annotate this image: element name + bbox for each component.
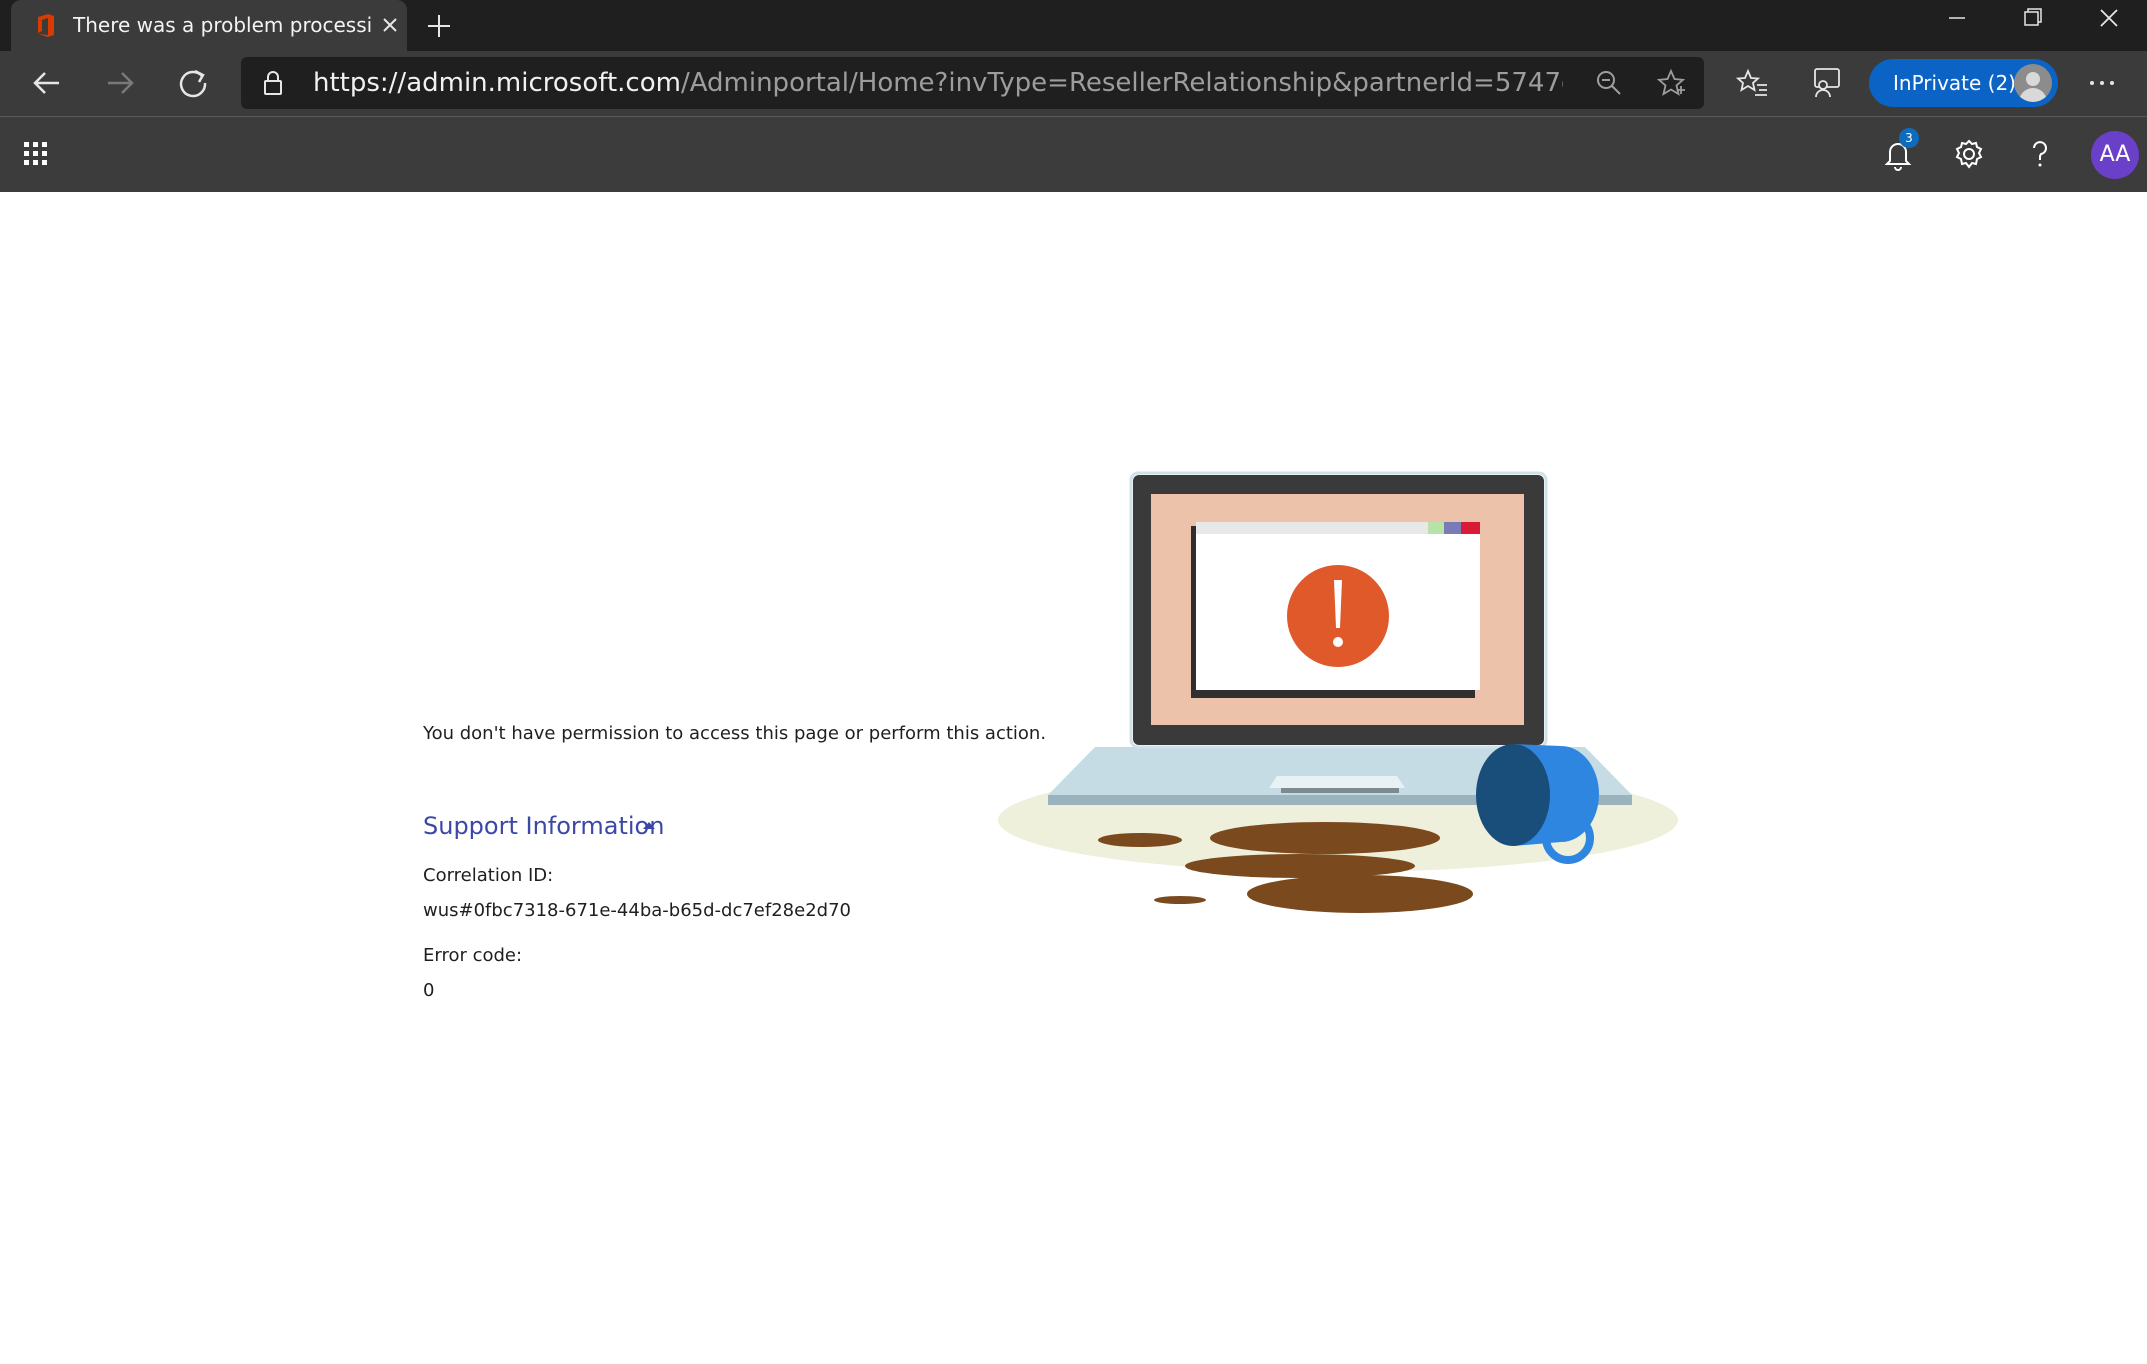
lock-icon[interactable]	[259, 69, 287, 97]
feedback-icon[interactable]	[1806, 63, 1846, 103]
correlation-id-value: wus#0fbc7318-671e-44ba-b65d-dc7ef28e2d70	[423, 900, 851, 921]
minimize-icon[interactable]	[1919, 0, 1995, 51]
inprivate-label: InPrivate (2)	[1893, 71, 2016, 95]
help-icon[interactable]	[2020, 134, 2060, 174]
forward-icon[interactable]	[98, 61, 142, 105]
favorite-star-icon[interactable]	[1655, 67, 1687, 99]
close-window-icon[interactable]	[2071, 0, 2147, 51]
new-tab-icon[interactable]	[422, 9, 456, 43]
close-tab-icon[interactable]	[375, 10, 405, 40]
browser-toolbar: https://admin.microsoft.com/Adminportal/…	[0, 51, 2147, 116]
restore-icon[interactable]	[1995, 0, 2071, 51]
settings-gear-icon[interactable]	[1949, 134, 1989, 174]
support-information-toggle[interactable]: Support Information	[423, 808, 664, 844]
chevron-up-icon[interactable]	[642, 819, 656, 831]
notification-count-badge: 3	[1899, 128, 1919, 148]
url-path: /Adminportal/Home?invType=ResellerRelati…	[680, 68, 1563, 98]
refresh-icon[interactable]	[171, 61, 215, 105]
url-text[interactable]: https://admin.microsoft.com/Adminportal/…	[313, 66, 1563, 100]
favorites-icon[interactable]	[1733, 63, 1773, 103]
error-illustration	[998, 471, 1678, 913]
error-code-value: 0	[423, 980, 435, 1001]
browser-tab-strip: There was a problem processing	[0, 0, 2147, 51]
tab-title: There was a problem processing	[73, 13, 373, 37]
address-bar[interactable]: https://admin.microsoft.com/Adminportal/…	[241, 57, 1704, 109]
office-logo-icon	[38, 14, 54, 37]
permission-error-message: You don't have permission to access this…	[423, 723, 1047, 744]
profile-avatar-icon	[2014, 64, 2052, 102]
correlation-id-label: Correlation ID:	[423, 865, 554, 886]
error-code-label: Error code:	[423, 945, 523, 966]
inprivate-button[interactable]: InPrivate (2)	[1869, 59, 2058, 107]
zoom-icon[interactable]	[1593, 67, 1625, 99]
url-host: https://admin.microsoft.com	[313, 68, 681, 98]
back-icon[interactable]	[25, 61, 69, 105]
app-launcher-icon[interactable]	[20, 138, 52, 170]
browser-tab[interactable]: There was a problem processing	[11, 0, 407, 51]
more-options-icon[interactable]	[2082, 63, 2122, 103]
admin-header: 3 AA	[0, 116, 2147, 192]
user-avatar[interactable]: AA	[2091, 131, 2139, 179]
